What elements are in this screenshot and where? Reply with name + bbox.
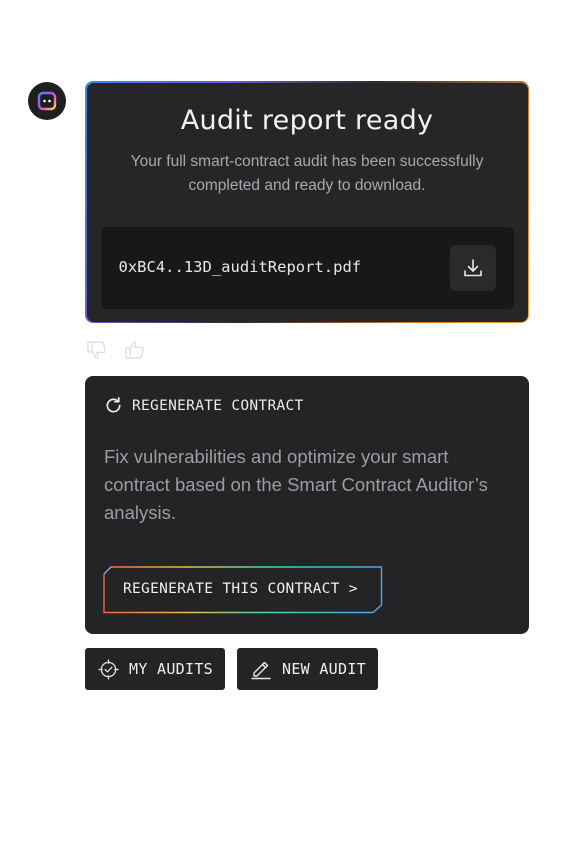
my-audits-button[interactable]: MY AUDITS: [85, 648, 225, 690]
thumbs-down-button[interactable]: [86, 339, 108, 361]
report-title: Audit report ready: [180, 104, 434, 136]
thumbs-up-button[interactable]: [124, 339, 146, 361]
regenerate-card: REGENERATE CONTRACT Fix vulnerabilities …: [85, 376, 529, 634]
regenerate-header: REGENERATE CONTRACT: [104, 396, 304, 415]
download-icon: [463, 258, 482, 276]
thumbs-up-icon: [125, 341, 144, 359]
regenerate-button-label: REGENERATE THIS CONTRACT >: [123, 581, 358, 597]
regenerate-description: Fix vulnerabilities and optimize your sm…: [104, 446, 488, 523]
my-audits-label: MY AUDITS: [129, 660, 213, 678]
regenerate-header-label: REGENERATE CONTRACT: [132, 397, 304, 414]
download-button[interactable]: [449, 244, 496, 291]
new-audit-label: NEW AUDIT: [282, 660, 366, 678]
audit-report-card: Audit report ready Your full smart-contr…: [85, 81, 529, 323]
regenerate-contract-button[interactable]: REGENERATE THIS CONTRACT >: [103, 566, 383, 614]
audit-report-card-body: Audit report ready Your full smart-contr…: [86, 82, 528, 322]
chat-view: Audit report ready Your full smart-contr…: [0, 0, 588, 848]
refresh-icon: [106, 397, 121, 413]
bot-avatar-icon: [28, 82, 66, 120]
file-row: 0xBC4..13D_auditReport.pdf: [100, 226, 514, 309]
thumbs-down-icon: [87, 341, 106, 359]
pencil-icon: [251, 661, 271, 680]
file-name: 0xBC4..13D_auditReport.pdf: [118, 257, 362, 276]
report-subtitle: Your full smart-contract audit has been …: [130, 152, 484, 194]
target-check-icon: [98, 658, 119, 680]
new-audit-button[interactable]: NEW AUDIT: [237, 648, 378, 690]
